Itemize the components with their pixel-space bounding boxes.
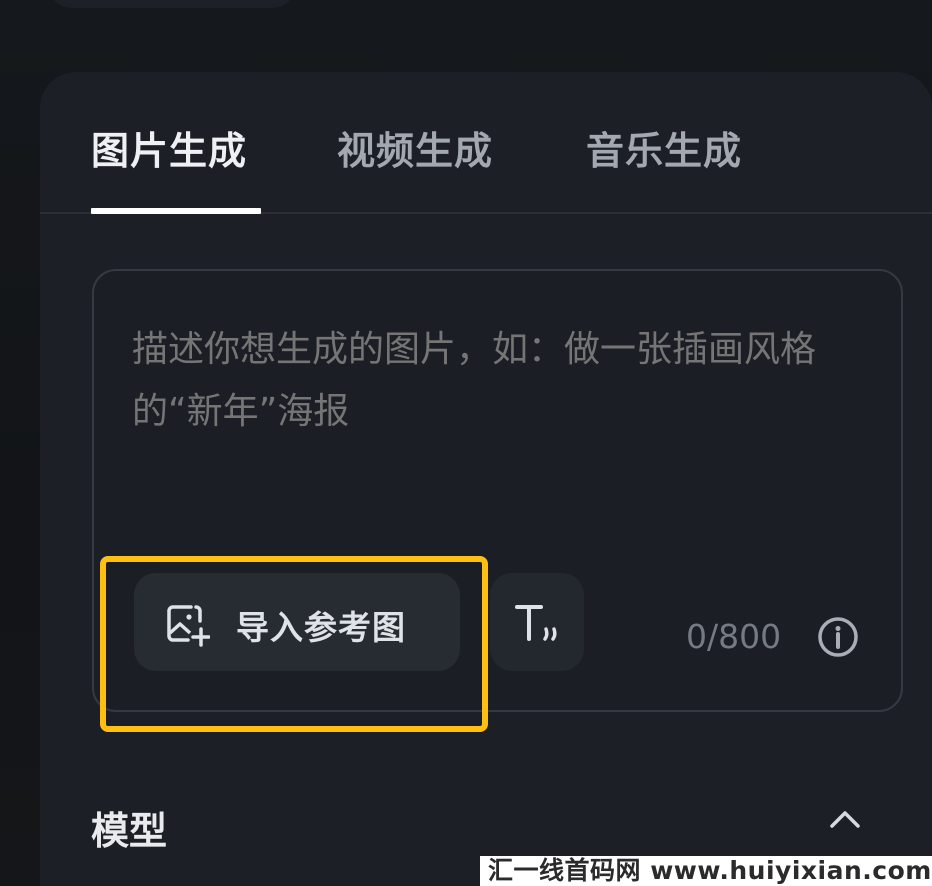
text-style-button[interactable] — [490, 573, 584, 671]
char-count: 0/800 — [686, 617, 782, 656]
info-icon[interactable] — [816, 615, 860, 659]
watermark: 汇一线首码网 www.huiyixian.com — [480, 856, 932, 886]
generation-panel: 图片生成 视频生成 音乐生成 导入参考图 — [40, 72, 932, 886]
prompt-input[interactable] — [132, 319, 832, 443]
tab-video-generation[interactable]: 视频生成 — [337, 120, 493, 175]
tab-image-generation[interactable]: 图片生成 — [91, 120, 247, 175]
import-reference-image-button[interactable]: 导入参考图 — [134, 573, 460, 671]
image-add-icon — [167, 605, 210, 647]
import-button-label: 导入参考图 — [236, 608, 406, 647]
tab-bar: 图片生成 视频生成 音乐生成 — [40, 72, 932, 214]
tab-music-generation[interactable]: 音乐生成 — [586, 120, 742, 175]
prompt-box: 导入参考图 0/800 — [92, 269, 903, 712]
top-pill[interactable] — [48, 0, 296, 8]
text-style-icon — [515, 605, 557, 641]
model-section-title: 模型 — [91, 809, 168, 853]
app-screen: 图片生成 视频生成 音乐生成 导入参考图 — [0, 0, 932, 886]
chevron-up-icon[interactable] — [828, 808, 862, 830]
active-tab-indicator — [91, 208, 261, 214]
